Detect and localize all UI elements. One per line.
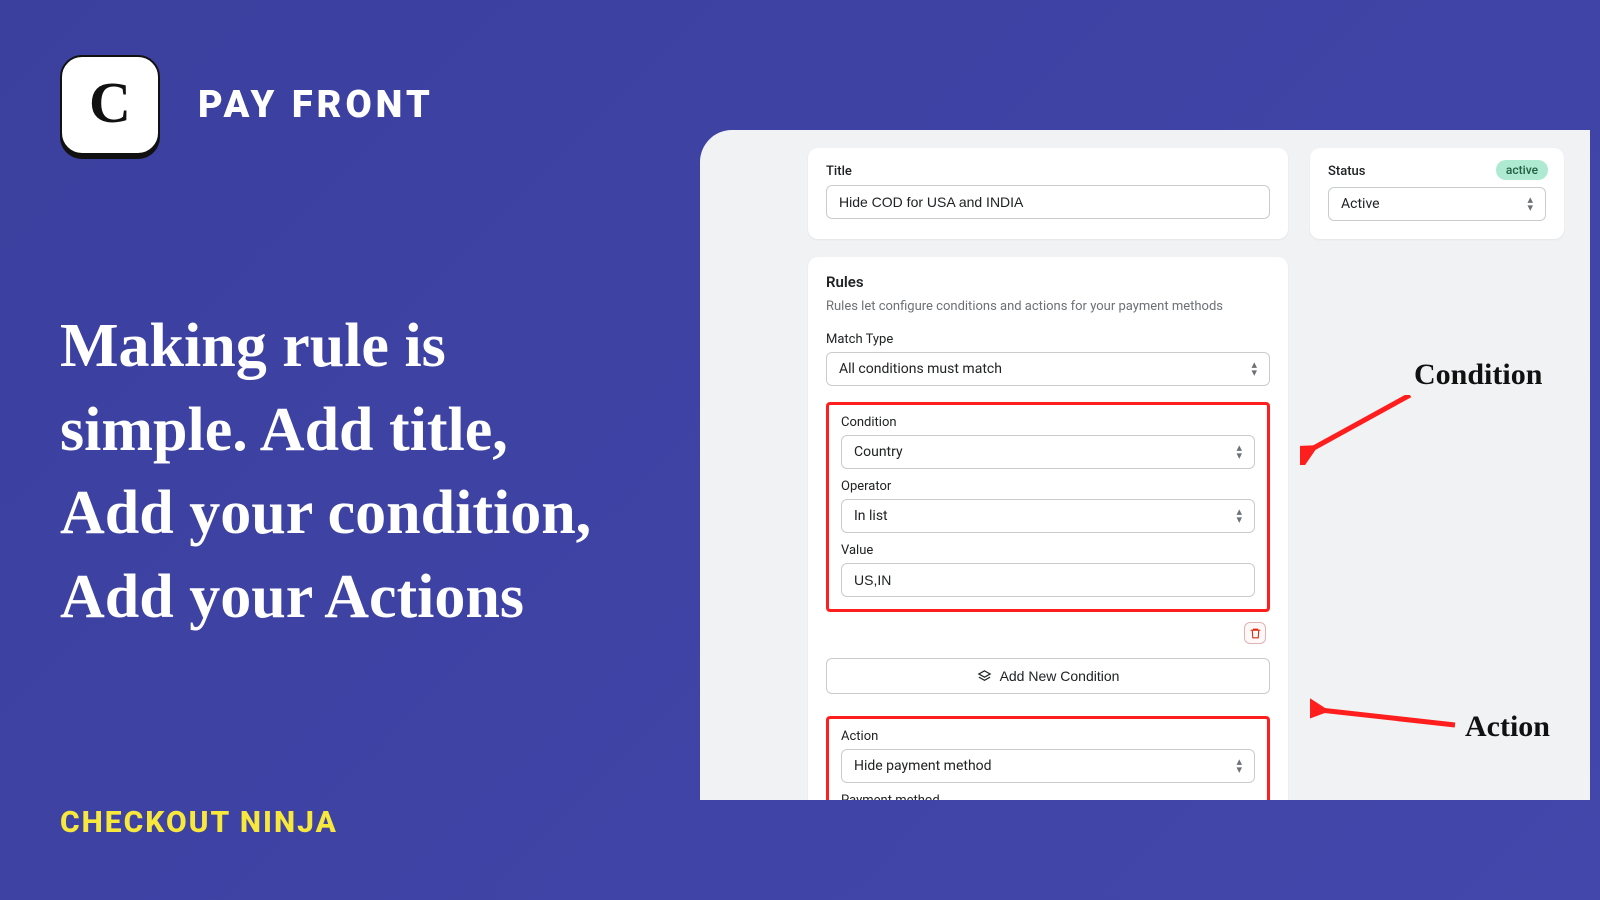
operator-value: In list xyxy=(854,508,888,524)
delete-condition-button[interactable] xyxy=(1244,622,1266,644)
condition-label: Condition xyxy=(841,415,1255,430)
match-type-value: All conditions must match xyxy=(839,361,1002,377)
match-type-label: Match Type xyxy=(826,332,1270,347)
condition-value: Country xyxy=(854,444,903,460)
chevron-updown-icon: ▴▾ xyxy=(1527,196,1533,212)
footer-brand: CHECKOUT NINJA xyxy=(60,805,338,840)
title-card: Title xyxy=(808,148,1288,239)
brand-header: C PAY FRONT xyxy=(60,55,620,155)
app-panel: Title Status active Active ▴▾ Rules Rule… xyxy=(700,130,1590,800)
rules-subtitle: Rules let configure conditions and actio… xyxy=(826,299,1270,314)
status-card: Status active Active ▴▾ xyxy=(1310,148,1564,239)
payment-method-label: Payment method xyxy=(841,793,1255,800)
action-value: Hide payment method xyxy=(854,758,992,774)
chevron-updown-icon: ▴▾ xyxy=(1236,508,1242,524)
add-condition-label: Add New Condition xyxy=(1000,668,1120,684)
condition-frame: Condition Country ▴▾ Operator In list ▴▾… xyxy=(826,402,1270,612)
brand-name: PAY FRONT xyxy=(198,83,434,127)
brand-logo-glyph: C xyxy=(89,69,131,136)
chevron-updown-icon: ▴▾ xyxy=(1236,444,1242,460)
action-select[interactable]: Hide payment method ▴▾ xyxy=(841,749,1255,783)
marketing-headline: Making rule is simple. Add title, Add yo… xyxy=(60,305,620,640)
callout-condition: Condition xyxy=(1414,358,1542,392)
status-select-value: Active xyxy=(1341,196,1380,212)
rules-card: Rules Rules let configure conditions and… xyxy=(808,257,1288,800)
brand-logo: C xyxy=(60,55,160,155)
action-frame: Action Hide payment method ▴▾ Payment me… xyxy=(826,716,1270,800)
match-type-select[interactable]: All conditions must match ▴▾ xyxy=(826,352,1270,386)
title-label: Title xyxy=(826,164,1270,179)
rules-heading: Rules xyxy=(826,273,1270,291)
chevron-updown-icon: ▴▾ xyxy=(1236,758,1242,774)
status-badge: active xyxy=(1496,160,1548,180)
condition-select[interactable]: Country ▴▾ xyxy=(841,435,1255,469)
action-label: Action xyxy=(841,729,1255,744)
trash-icon xyxy=(1249,627,1262,640)
operator-select[interactable]: In list ▴▾ xyxy=(841,499,1255,533)
operator-label: Operator xyxy=(841,479,1255,494)
callout-action: Action xyxy=(1465,710,1550,744)
title-input[interactable] xyxy=(826,185,1270,219)
value-label: Value xyxy=(841,543,1255,558)
chevron-updown-icon: ▴▾ xyxy=(1251,361,1257,377)
status-select[interactable]: Active ▴▾ xyxy=(1328,187,1546,221)
value-input[interactable] xyxy=(841,563,1255,597)
add-condition-button[interactable]: Add New Condition xyxy=(826,658,1270,694)
layers-plus-icon xyxy=(977,669,992,684)
